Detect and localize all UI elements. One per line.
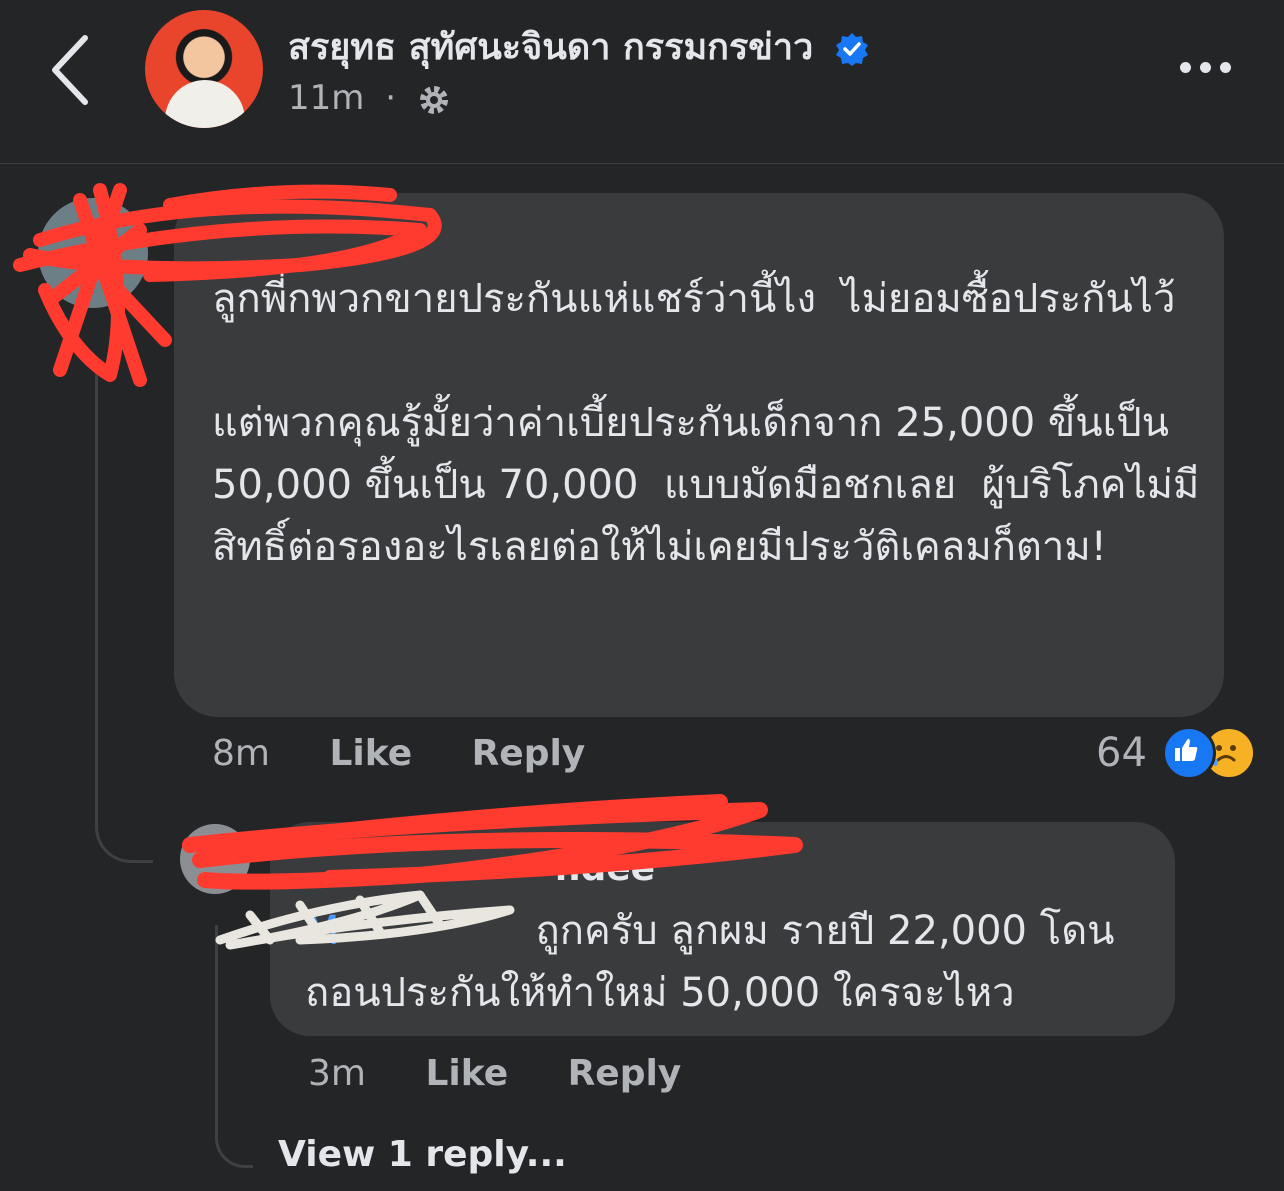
more-options-button[interactable] (1180, 58, 1244, 80)
post-time: 11m (288, 78, 365, 118)
post-header: สรยุทธ สุทัศนะจินดา กรรมกรข่าว 11m · (0, 0, 1284, 164)
reply-text-body: ถูกครับ ลูกผม รายปี 22,000 โดนถอนประกันใ… (305, 908, 1115, 1016)
thread-connector (95, 360, 153, 863)
comment-text: ลูกพี่กพวกขายประกันแห่แชร์ว่านี้ไง ไม่ยอ… (212, 276, 1200, 570)
reply-actions: 3m Like Reply (308, 1053, 729, 1094)
reply-time: 3m (308, 1053, 366, 1094)
meta-separator: · (385, 78, 397, 118)
post-meta: 11m · (288, 78, 451, 118)
commenter-avatar[interactable] (38, 198, 148, 308)
view-more-replies-link[interactable]: View 1 reply... (278, 1134, 567, 1175)
like-button[interactable]: Like (329, 733, 412, 774)
reply-avatar[interactable] (180, 824, 250, 894)
like-icon (1162, 726, 1216, 780)
reply-text: M ถูกครับ ลูกผม รายปี 22,000 โดนถอนประกัน… (305, 900, 1155, 1024)
comment-time: 8m (212, 733, 270, 774)
page-name-text[interactable]: สรยุทธ สุทัศนะจินดา กรรมกรข่าว (288, 27, 813, 68)
reaction-summary[interactable]: 64 (1096, 726, 1256, 780)
reaction-count: 64 (1096, 730, 1147, 776)
back-button[interactable] (40, 30, 110, 110)
reply-author[interactable]: XXXXXXXXXndee (305, 848, 655, 889)
more-dots-icon (1180, 62, 1191, 73)
thread-connector-nested (215, 925, 253, 1168)
reply-like-button[interactable]: Like (425, 1053, 508, 1094)
reply-mention[interactable]: M (305, 908, 340, 954)
gear-icon (419, 85, 448, 114)
verified-badge-icon (835, 33, 868, 66)
chevron-left-icon (52, 35, 88, 105)
reply-reply-button[interactable]: Reply (568, 1053, 682, 1094)
comment-actions: 8m Like Reply (212, 733, 633, 774)
reply-button[interactable]: Reply (472, 733, 586, 774)
page-avatar[interactable] (145, 10, 263, 128)
page-name[interactable]: สรยุทธ สุทัศนะจินดา กรรมกรข่าว (288, 18, 870, 75)
reply-author-visible-part[interactable]: ndee (555, 848, 655, 889)
